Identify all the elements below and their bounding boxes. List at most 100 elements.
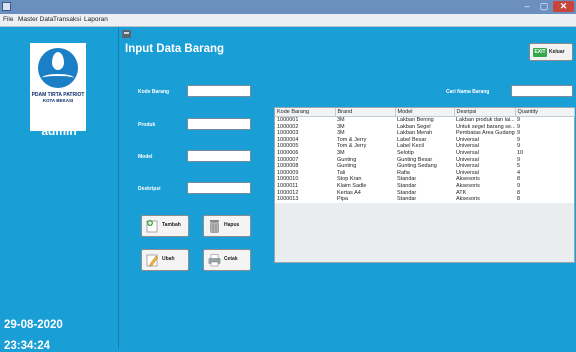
- frame-menu-icon[interactable]: [122, 30, 131, 38]
- search-label: Cari Nama Barang: [446, 89, 490, 95]
- table-cell: Lakban Segel: [395, 123, 454, 131]
- table-cell: 9: [515, 143, 574, 150]
- table-cell: Lakban Merah: [395, 130, 454, 137]
- table-cell: Aksesoris: [454, 196, 515, 203]
- kode-barang-label: Kode Barang: [138, 89, 170, 95]
- table-cell: 1000005: [275, 143, 335, 150]
- table-cell: Universal: [454, 169, 515, 177]
- table-cell: 1000009: [275, 169, 335, 177]
- column-header-quantity[interactable]: Quantity: [515, 108, 575, 117]
- column-header-brand[interactable]: Brand: [335, 108, 396, 117]
- table-cell: Stop Kran: [335, 176, 395, 183]
- hapus-button[interactable]: Hapus: [203, 215, 251, 237]
- table-cell: Universal: [454, 163, 515, 170]
- tambah-button[interactable]: Tambah: [141, 215, 189, 237]
- search-input[interactable]: [511, 85, 573, 97]
- table-cell: Rafia: [395, 169, 454, 177]
- time-label: 23:34:24: [4, 340, 51, 352]
- table-cell: 9: [515, 123, 574, 131]
- table-row[interactable]: 1000013 Pipa Standar Aksesoris 8: [275, 196, 574, 203]
- app-icon: [2, 2, 11, 11]
- window-titlebar: – ▢ ✕: [0, 0, 576, 14]
- edit-icon: [146, 254, 159, 267]
- menu-file[interactable]: File: [3, 15, 13, 25]
- page-title: Input Data Barang: [125, 43, 225, 55]
- table-row[interactable]: 1000010 Stop Kran Standar Aksesoris 8: [275, 176, 574, 183]
- table-cell: 8: [515, 189, 574, 197]
- produk-label: Produk: [138, 122, 156, 128]
- maximize-button[interactable]: ▢: [537, 1, 551, 12]
- table-row[interactable]: 1000001 3M Lakban Bening Lakban produk dan …: [275, 116, 574, 124]
- table-row[interactable]: 1000002 3M Lakban Segel Untuk segel barang …: [275, 123, 574, 131]
- table-row[interactable]: 1000012 Kertas A4 Standar ATK 8: [275, 189, 574, 197]
- trash-icon: [210, 220, 219, 233]
- table-cell: 8: [515, 196, 574, 203]
- cetak-label: Cetak: [224, 256, 238, 262]
- menubar: File Master Data Transaksi Laporan: [0, 14, 576, 27]
- model-input[interactable]: [187, 150, 251, 162]
- barang-table-panel[interactable]: Kode Barang Brand Model Desripsi Quantit…: [274, 107, 575, 263]
- table-cell: 9: [515, 156, 574, 164]
- table-row[interactable]: 1000009 Tali Rafia Universal 4: [275, 169, 574, 177]
- ubah-button[interactable]: Ubah: [141, 249, 189, 271]
- table-cell: Label Besar: [395, 136, 454, 144]
- table-cell: Gunting Besar: [395, 156, 454, 164]
- table-body: 1000001 3M Lakban Bening Lakban produk dan …: [275, 116, 574, 203]
- table-cell: Standar: [395, 176, 454, 183]
- table-cell: Pembatas Area Gudang: [454, 130, 515, 137]
- table-cell: Tom & Jerry: [335, 136, 395, 144]
- table-cell: Gunting: [335, 156, 395, 164]
- table-cell: 1000004: [275, 136, 335, 144]
- tambah-label: Tambah: [162, 222, 181, 228]
- table-row[interactable]: 1000006 3M Selotip Universal 10: [275, 149, 574, 157]
- sidebar: PDAM TIRTA PATRIOT KOTA BEKASI admin 29-…: [0, 27, 118, 352]
- table-row[interactable]: 1000007 Gunting Gunting Besar Universal 9: [275, 156, 574, 164]
- column-header-model[interactable]: Model: [395, 108, 455, 117]
- username-label: admin: [41, 124, 77, 138]
- table-row[interactable]: 1000008 Gunting Gunting Sedang Universal 5: [275, 163, 574, 170]
- table-cell: Universal: [454, 156, 515, 164]
- table-cell: 1000013: [275, 196, 335, 203]
- close-button[interactable]: ✕: [553, 1, 574, 12]
- cetak-button[interactable]: Cetak: [203, 249, 251, 271]
- column-header-kode[interactable]: Kode Barang: [275, 108, 336, 117]
- table-cell: 3M: [335, 149, 395, 157]
- table-cell: 5: [515, 163, 574, 170]
- table-cell: 8: [515, 176, 574, 183]
- table-cell: Aksesoris: [454, 176, 515, 183]
- keluar-label: Keluar: [549, 49, 565, 55]
- water-drop-icon: [38, 48, 78, 88]
- table-row[interactable]: 1000011 Klaim Sadle Standar Aksesoris 9: [275, 182, 574, 190]
- table-cell: Label Kecil: [395, 143, 454, 150]
- minimize-button[interactable]: –: [520, 1, 534, 12]
- table-row[interactable]: 1000004 Tom & Jerry Label Besar Universal 9: [275, 136, 574, 144]
- table-cell: Aksesoris: [454, 182, 515, 190]
- kode-barang-input[interactable]: [187, 85, 251, 97]
- column-header-deskripsi[interactable]: Desripsi: [454, 108, 516, 117]
- produk-input[interactable]: [187, 118, 251, 130]
- logo-subtitle: KOTA BEKASI: [42, 98, 74, 103]
- table-cell: ATK: [454, 189, 515, 197]
- keluar-button[interactable]: EXIT Keluar: [529, 43, 573, 61]
- table-row[interactable]: 1000005 Tom & Jerry Label Kecil Universal 9: [275, 143, 574, 150]
- menu-laporan[interactable]: Laporan: [84, 15, 108, 25]
- table-cell: 9: [515, 136, 574, 144]
- table-cell: 1000001: [275, 116, 335, 124]
- table-cell: 3M: [335, 130, 395, 137]
- menu-master-data[interactable]: Master Data: [18, 15, 53, 25]
- table-cell: Gunting: [335, 163, 395, 170]
- table-cell: Klaim Sadle: [335, 182, 395, 190]
- table-cell: 9: [515, 116, 574, 124]
- table-cell: Tali: [335, 169, 395, 177]
- deskripsi-input[interactable]: [187, 182, 251, 194]
- table-cell: Untuk segel barang se...: [454, 123, 515, 131]
- table-cell: 1000006: [275, 149, 335, 157]
- table-cell: Pipa: [335, 196, 395, 203]
- table-cell: 1000002: [275, 123, 335, 131]
- table-cell: Tom & Jerry: [335, 143, 395, 150]
- table-row[interactable]: 1000003 3M Lakban Merah Pembatas Area Gudan…: [275, 130, 574, 137]
- table-cell: 10: [515, 149, 574, 157]
- add-document-icon: [146, 220, 158, 233]
- table-cell: 3M: [335, 123, 395, 131]
- menu-transaksi[interactable]: Transaksi: [53, 15, 81, 25]
